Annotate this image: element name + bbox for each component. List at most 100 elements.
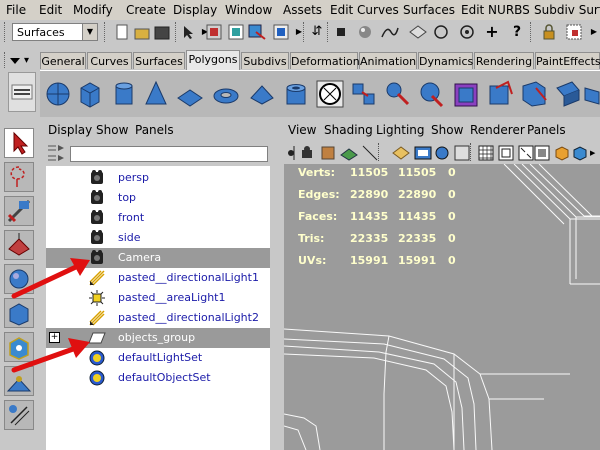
- menu-file[interactable]: File: [6, 3, 26, 17]
- select-misc-icon[interactable]: ?: [509, 24, 525, 40]
- select-dynamics-icon[interactable]: [459, 24, 475, 40]
- two-d-pan-zoom-icon[interactable]: [362, 145, 378, 161]
- viewport-menu-renderer[interactable]: Renderer: [470, 123, 525, 137]
- tab-deformation[interactable]: Deformation: [290, 52, 360, 69]
- outliner-menu-show[interactable]: Show: [96, 123, 128, 137]
- shelf-tabs-menu-icon[interactable]: [10, 58, 20, 64]
- grid-toggle-icon[interactable]: [478, 145, 494, 161]
- expand-icon[interactable]: ▶: [590, 145, 600, 161]
- menu-set-selector[interactable]: Surfaces ▼: [12, 23, 98, 41]
- select-handles-icon[interactable]: [333, 24, 349, 40]
- lasso-tool-icon[interactable]: [4, 162, 34, 192]
- viewport-menu-view[interactable]: View: [288, 123, 316, 137]
- poly-cube-icon[interactable]: [76, 78, 104, 110]
- outliner-item-defaultlightset[interactable]: defaultLightSet: [46, 348, 270, 368]
- expand-plus-icon[interactable]: +: [49, 332, 60, 343]
- menu-assets[interactable]: Assets: [283, 3, 322, 17]
- menu-window[interactable]: Window: [225, 3, 272, 17]
- outliner-item-persp[interactable]: persp: [46, 168, 270, 188]
- bevel-icon[interactable]: [452, 78, 480, 110]
- tab-general[interactable]: General: [40, 52, 86, 69]
- viewport-menu-show[interactable]: Show: [431, 123, 463, 137]
- perspective-viewport[interactable]: Verts: 11505 11505 0 Edges: 22890 22890 …: [284, 164, 600, 450]
- outliner-item-camera[interactable]: Camera: [46, 248, 270, 268]
- textured-icon[interactable]: [434, 145, 450, 161]
- poly-plane-icon[interactable]: [176, 78, 204, 110]
- paint-select-tool-icon[interactable]: [4, 196, 34, 226]
- menu-surfaces[interactable]: Surfaces: [403, 3, 455, 17]
- poly-cone-icon[interactable]: [142, 78, 170, 110]
- poly-prism-icon[interactable]: [248, 78, 276, 110]
- shelf-options-icon[interactable]: ▾: [24, 56, 34, 66]
- outliner-item-front[interactable]: front: [46, 208, 270, 228]
- menu-subdiv-surfaces[interactable]: Subdiv Surfa: [534, 3, 600, 17]
- outliner-item-pasted-arealight1[interactable]: pasted__areaLight1: [46, 288, 270, 308]
- selection-mode-icon[interactable]: [181, 24, 197, 40]
- menu-edit-curves[interactable]: Edit Curves: [330, 3, 399, 17]
- outliner-item-top[interactable]: top: [46, 188, 270, 208]
- select-tool-icon[interactable]: [4, 128, 34, 158]
- tab-polygons[interactable]: Polygons: [186, 50, 240, 70]
- menu-create[interactable]: Create: [126, 3, 166, 17]
- film-gate-icon[interactable]: [498, 145, 514, 161]
- resolution-gate-icon[interactable]: [518, 145, 534, 161]
- hierarchy-select-icon[interactable]: [206, 24, 222, 40]
- expand-icon[interactable]: ▶: [586, 24, 600, 40]
- component-select-icon[interactable]: [248, 24, 266, 40]
- open-scene-icon[interactable]: [134, 26, 150, 42]
- poly-torus-icon[interactable]: [212, 78, 240, 110]
- mask-toggle-icon[interactable]: ⇵: [309, 24, 325, 40]
- viewport-menu-shading[interactable]: Shading: [324, 123, 373, 137]
- lock-icon[interactable]: [541, 24, 557, 40]
- last-tool-used-icon[interactable]: [4, 400, 34, 430]
- default-lighting-icon[interactable]: [454, 145, 470, 161]
- chevron-down-icon[interactable]: ▼: [82, 24, 97, 40]
- show-manipulator-icon[interactable]: [4, 366, 34, 396]
- menu-edit-nurbs[interactable]: Edit NURBS: [461, 3, 530, 17]
- outliner-item-pasted-directionallight2[interactable]: pasted__directionalLight2: [46, 308, 270, 328]
- menu-display[interactable]: Display: [173, 3, 217, 17]
- outliner-search-input[interactable]: [70, 146, 268, 162]
- select-rendering-icon[interactable]: +: [484, 24, 500, 40]
- rotate-tool-icon[interactable]: [4, 264, 34, 294]
- xray-icon[interactable]: [572, 145, 588, 161]
- tab-rendering[interactable]: Rendering: [474, 52, 534, 69]
- extrude-edge-icon[interactable]: [554, 78, 582, 110]
- tab-animation[interactable]: Animation: [359, 52, 417, 69]
- outliner-item-defaultobjectset[interactable]: defaultObjectSet: [46, 368, 270, 388]
- split-edge-icon[interactable]: [584, 78, 600, 110]
- tab-subdivs[interactable]: Subdivs: [241, 52, 289, 69]
- outliner-scrollbar[interactable]: [271, 166, 276, 450]
- component-mode-icon[interactable]: [273, 24, 289, 40]
- menu-modify[interactable]: Modify: [73, 3, 113, 17]
- object-select-icon[interactable]: [228, 24, 244, 40]
- safe-action-icon[interactable]: [534, 145, 550, 161]
- poly-cylinder-icon[interactable]: [110, 78, 138, 110]
- tab-surfaces[interactable]: Surfaces: [133, 52, 185, 69]
- outliner-item-side[interactable]: side: [46, 228, 270, 248]
- outliner-item-objects-group[interactable]: + objects_group: [46, 328, 270, 348]
- separate-icon[interactable]: [384, 78, 412, 110]
- isolate-select-icon[interactable]: [554, 145, 570, 161]
- tab-curves[interactable]: Curves: [87, 52, 132, 69]
- save-scene-icon[interactable]: [154, 26, 170, 42]
- universal-manipulator-icon[interactable]: [4, 332, 34, 362]
- tab-dynamics[interactable]: Dynamics: [418, 52, 473, 69]
- poly-sphere-icon[interactable]: [44, 78, 72, 110]
- poly-soccer-ball-icon[interactable]: [316, 78, 344, 110]
- wireframe-icon[interactable]: [392, 145, 410, 161]
- outliner-menu-display[interactable]: Display: [48, 123, 92, 137]
- smooth-icon[interactable]: [418, 78, 446, 110]
- image-plane-icon[interactable]: [340, 145, 358, 161]
- scale-tool-icon[interactable]: [4, 298, 34, 328]
- viewport-menu-panels[interactable]: Panels: [527, 123, 566, 137]
- viewport-menu-lighting[interactable]: Lighting: [376, 123, 425, 137]
- poly-pipe-icon[interactable]: [282, 78, 310, 110]
- bookmarks-icon[interactable]: [320, 145, 336, 161]
- shelf-editor-button[interactable]: [8, 72, 36, 112]
- select-deformations-icon[interactable]: [433, 24, 449, 40]
- select-curves-icon[interactable]: [381, 24, 399, 40]
- extrude-face-icon[interactable]: [486, 78, 514, 110]
- filter-toggle-icon[interactable]: [46, 142, 66, 164]
- smooth-shade-icon[interactable]: [414, 145, 432, 161]
